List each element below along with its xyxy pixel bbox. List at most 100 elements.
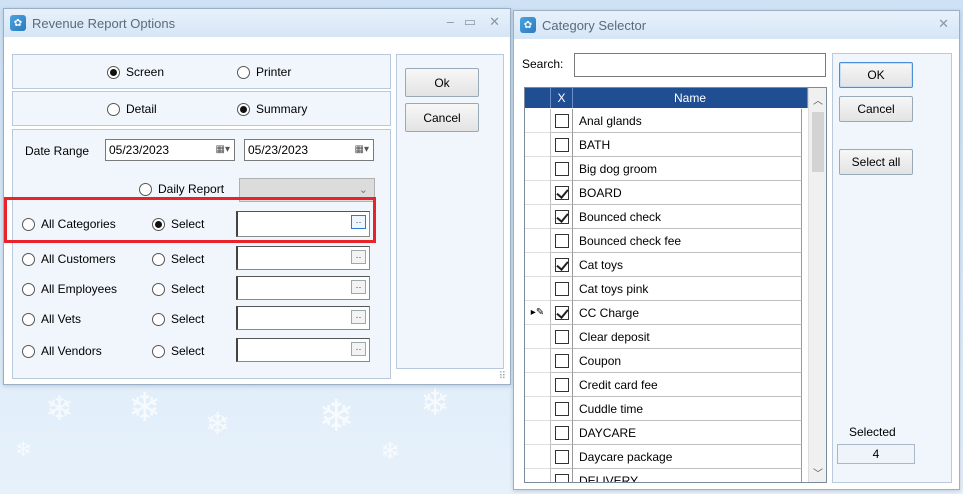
row-checkbox-cell[interactable] (551, 469, 573, 482)
row-name[interactable]: BATH (573, 133, 802, 157)
summary-radio-button[interactable] (237, 102, 250, 116)
detail-radio-button[interactable] (107, 102, 120, 116)
cancel-button[interactable]: Cancel (839, 96, 913, 122)
date-from-picker[interactable]: 05/23/2023 ▦▾ (105, 139, 235, 161)
table-row[interactable]: Credit card fee (525, 373, 802, 397)
row-name[interactable]: DAYCARE (573, 421, 802, 445)
all-employees-select-radio-button[interactable] (152, 282, 165, 296)
table-row[interactable]: DAYCARE (525, 421, 802, 445)
all-vendors-select-radio-button[interactable] (152, 344, 165, 358)
row-checkbox-cell[interactable] (551, 373, 573, 397)
all-vendors-radio[interactable]: All Vendors (22, 344, 102, 358)
row-name[interactable]: DELIVERY (573, 469, 802, 482)
row-checkbox-cell[interactable] (551, 205, 573, 229)
row-checkbox[interactable] (554, 233, 569, 248)
printer-radio-button[interactable] (237, 65, 250, 79)
row-checkbox[interactable] (554, 449, 569, 464)
table-row[interactable]: Bounced check (525, 205, 802, 229)
row-checkbox-cell[interactable] (551, 325, 573, 349)
minimize-icon[interactable]: – (447, 14, 454, 29)
row-checkbox[interactable] (554, 161, 569, 176)
table-row[interactable]: BOARD (525, 181, 802, 205)
row-name[interactable]: Credit card fee (573, 373, 802, 397)
ellipsis-icon[interactable]: ·· (351, 342, 366, 356)
all-employees-select-field[interactable]: ·· (236, 276, 370, 300)
row-name[interactable]: Coupon (573, 349, 802, 373)
ok-button[interactable]: OK (839, 62, 913, 88)
resize-grip-icon[interactable]: ⠿ (499, 371, 506, 382)
table-row[interactable]: DELIVERY (525, 469, 802, 482)
ok-button[interactable]: Ok (405, 68, 479, 97)
row-checkbox[interactable] (554, 353, 569, 368)
row-checkbox[interactable] (554, 209, 569, 224)
row-checkbox-cell[interactable] (551, 133, 573, 157)
row-name[interactable]: Cat toys (573, 253, 802, 277)
all-employees-select-radio[interactable]: Select (152, 282, 204, 296)
table-row[interactable]: Cat toys (525, 253, 802, 277)
row-name[interactable]: Cat toys pink (573, 277, 802, 301)
row-checkbox[interactable] (554, 377, 569, 392)
daily-report-radio[interactable]: Daily Report (139, 182, 224, 196)
search-input[interactable] (574, 53, 826, 77)
table-row[interactable]: Cat toys pink (525, 277, 802, 301)
category-grid[interactable]: X Name Anal glands BATH Big dog groom BO… (524, 87, 827, 483)
ellipsis-icon[interactable]: ·· (351, 310, 366, 324)
all-vets-radio[interactable]: All Vets (22, 312, 81, 326)
row-name[interactable]: Clear deposit (573, 325, 802, 349)
row-checkbox-cell[interactable] (551, 301, 573, 325)
row-checkbox-cell[interactable] (551, 157, 573, 181)
table-row[interactable]: ▸✎ CC Charge (525, 301, 802, 325)
all-vets-radio-button[interactable] (22, 312, 35, 326)
column-header-name[interactable]: Name (573, 88, 808, 108)
daily-report-radio-button[interactable] (139, 182, 152, 196)
row-name[interactable]: Cuddle time (573, 397, 802, 421)
row-checkbox-cell[interactable] (551, 421, 573, 445)
all-customers-select-field[interactable]: ·· (236, 246, 370, 270)
all-customers-select-radio[interactable]: Select (152, 252, 204, 266)
row-name[interactable]: Anal glands (573, 109, 802, 133)
row-checkbox[interactable] (554, 329, 569, 344)
vertical-scrollbar[interactable]: ︿ ﹀ (808, 88, 826, 482)
screen-radio[interactable]: Screen (107, 65, 164, 79)
row-checkbox[interactable] (554, 473, 569, 482)
table-row[interactable]: Bounced check fee (525, 229, 802, 253)
maximize-icon[interactable]: ▭ (464, 14, 476, 30)
all-customers-radio[interactable]: All Customers (22, 252, 116, 266)
all-vendors-select-field[interactable]: ·· (236, 338, 370, 362)
all-vets-select-field[interactable]: ·· (236, 306, 370, 330)
ellipsis-icon[interactable]: ·· (351, 280, 366, 294)
all-vets-select-radio[interactable]: Select (152, 312, 204, 326)
row-checkbox[interactable] (554, 401, 569, 416)
calendar-dropdown-icon[interactable]: ▦▾ (355, 144, 369, 155)
row-name[interactable]: Bounced check (573, 205, 802, 229)
table-row[interactable]: Daycare package (525, 445, 802, 469)
detail-radio[interactable]: Detail (107, 102, 157, 116)
table-row[interactable]: Coupon (525, 349, 802, 373)
table-row[interactable]: Big dog groom (525, 157, 802, 181)
cancel-button[interactable]: Cancel (405, 103, 479, 132)
table-row[interactable]: Anal glands (525, 109, 802, 133)
scroll-up-icon[interactable]: ︿ (813, 92, 823, 107)
close-icon[interactable]: ✕ (938, 16, 949, 32)
table-row[interactable]: Clear deposit (525, 325, 802, 349)
row-checkbox[interactable] (554, 137, 569, 152)
row-checkbox-cell[interactable] (551, 397, 573, 421)
all-vendors-radio-button[interactable] (22, 344, 35, 358)
close-icon[interactable]: ✕ (489, 14, 500, 30)
table-row[interactable]: BATH (525, 133, 802, 157)
row-checkbox[interactable] (554, 305, 569, 320)
row-checkbox[interactable] (554, 425, 569, 440)
row-checkbox-cell[interactable] (551, 181, 573, 205)
row-checkbox[interactable] (554, 185, 569, 200)
all-customers-radio-button[interactable] (22, 252, 35, 266)
row-name[interactable]: BOARD (573, 181, 802, 205)
row-checkbox-cell[interactable] (551, 445, 573, 469)
all-customers-select-radio-button[interactable] (152, 252, 165, 266)
row-checkbox[interactable] (554, 257, 569, 272)
row-checkbox-cell[interactable] (551, 229, 573, 253)
calendar-dropdown-icon[interactable]: ▦▾ (216, 144, 230, 155)
row-checkbox[interactable] (554, 281, 569, 296)
table-row[interactable]: Cuddle time (525, 397, 802, 421)
row-checkbox-cell[interactable] (551, 253, 573, 277)
date-to-picker[interactable]: 05/23/2023 ▦▾ (244, 139, 374, 161)
